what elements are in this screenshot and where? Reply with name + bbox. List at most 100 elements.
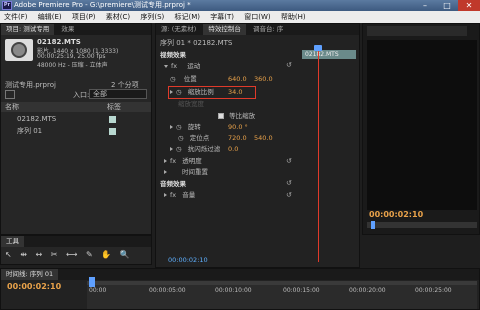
ruler-label: 00:00:05:00: [149, 287, 186, 294]
tab-effect-controls[interactable]: 特效控制台: [203, 24, 246, 35]
tab-audio-mixer[interactable]: 调音台: 序: [248, 24, 288, 35]
clip-info-duration: 00:00:25:19, 25.00 fps: [37, 53, 106, 60]
list-item[interactable]: 02182.MTS: [1, 114, 151, 125]
antiflicker-value[interactable]: 0.0: [228, 144, 238, 155]
ruler-label: 00:00:20:00: [349, 287, 386, 294]
search-icon[interactable]: [5, 90, 15, 99]
column-label[interactable]: 标签: [107, 102, 121, 112]
effect-controls-panel: 源: (无素材) 特效控制台 调音台: 序 序列 01 * 02182.MTS …: [155, 23, 360, 268]
expand-icon[interactable]: [170, 90, 173, 94]
search-scope-select[interactable]: 全部: [89, 89, 147, 99]
expand-icon[interactable]: [164, 170, 167, 174]
tool-icons[interactable]: ↖ ⇹ ↔ ✂ ⟷ ✎ ✋ 🔍: [5, 250, 133, 259]
effect-sequence-header: 序列 01 * 02182.MTS: [160, 39, 233, 47]
property-rotation: ◷ 旋转 90.0 °: [156, 122, 359, 133]
program-tabbar: [367, 26, 467, 36]
menu-window[interactable]: 窗口(W): [244, 13, 270, 21]
reset-icon[interactable]: ↺: [286, 179, 292, 187]
clip-name: 02182.MTS: [37, 38, 81, 46]
playhead-icon[interactable]: [314, 45, 322, 51]
tab-tools[interactable]: 工具: [1, 236, 24, 247]
scale-width-label: 缩放宽度: [178, 100, 204, 108]
menu-title[interactable]: 字幕(T): [210, 13, 234, 21]
label-color-swatch: [109, 128, 116, 135]
program-video-frame: [367, 40, 477, 210]
stopwatch-icon[interactable]: ◷: [176, 145, 182, 153]
close-button[interactable]: ✕: [458, 0, 480, 11]
effect-opacity[interactable]: fx 透明度 ↺: [156, 156, 359, 167]
anchor-label: 定位点: [189, 134, 210, 142]
effect-volume[interactable]: fx 音量 ↺: [156, 190, 359, 201]
ruler-label: 00:00:25:00: [415, 287, 452, 294]
timeline-playhead-icon[interactable]: [89, 277, 95, 287]
reset-icon[interactable]: ↺: [286, 190, 292, 201]
expand-icon[interactable]: [164, 193, 167, 197]
anchor-x-value[interactable]: 720.0: [228, 133, 247, 144]
timeline-tabbar: 时间线: 序列 01: [1, 269, 479, 280]
stopwatch-icon[interactable]: ◷: [178, 134, 184, 142]
tab-source[interactable]: 源: (无素材): [156, 24, 201, 35]
current-time-indicator[interactable]: [318, 50, 319, 262]
reset-icon[interactable]: ↺: [286, 156, 292, 167]
scale-value[interactable]: 34.0: [228, 87, 242, 98]
menu-file[interactable]: 文件(F): [4, 13, 28, 21]
stopwatch-icon[interactable]: ◷: [170, 75, 176, 83]
uniform-scale-row: 等比缩放: [156, 111, 359, 122]
menu-sequence[interactable]: 序列(S): [140, 13, 164, 21]
tools-panel: 工具 ↖ ⇹ ↔ ✂ ⟷ ✎ ✋ 🔍: [0, 235, 152, 265]
list-item-name: 序列 01: [17, 127, 43, 135]
tools-tabbar: 工具: [1, 236, 151, 247]
motion-label: 运动: [187, 62, 201, 70]
project-filename: 测试专用.prproj: [5, 81, 56, 89]
clip-info-audio: 48000 Hz - 压缩 - 立体声: [37, 62, 108, 69]
expand-icon[interactable]: [170, 147, 173, 151]
antiflicker-label: 抗闪烁过滤: [187, 145, 221, 153]
column-name[interactable]: 名称: [5, 103, 19, 111]
menu-bar: 文件(F) 编辑(E) 项目(P) 素材(C) 序列(S) 标记(M) 字幕(T…: [0, 11, 480, 23]
project-list-header: 名称 标签: [1, 102, 151, 112]
property-anchor: ◷ 定位点 720.0 540.0: [156, 133, 359, 144]
timeline-ruler[interactable]: 00:00 00:00:05:00 00:00:10:00 00:00:15:0…: [87, 277, 477, 309]
menu-clip[interactable]: 素材(C): [106, 13, 130, 21]
minimize-button[interactable]: –: [414, 0, 436, 11]
tab-effects[interactable]: 效果: [56, 24, 79, 35]
menu-project[interactable]: 项目(P): [72, 13, 96, 21]
audio-effects-heading: 音频效果: [160, 180, 186, 188]
effect-time-remap[interactable]: 时间重置: [156, 167, 359, 178]
uniform-scale-checkbox[interactable]: [218, 113, 224, 119]
program-scrubber[interactable]: [367, 221, 477, 229]
search-label: 入口:: [73, 91, 90, 99]
program-timecode[interactable]: 00:00:02:10: [369, 210, 423, 219]
opacity-label: 透明度: [182, 157, 202, 165]
maximize-button[interactable]: □: [436, 0, 458, 11]
anchor-y-value[interactable]: 540.0: [254, 133, 273, 144]
expand-icon[interactable]: [170, 125, 173, 129]
position-y-value[interactable]: 360.0: [254, 74, 273, 85]
tab-project[interactable]: 项目: 测试专用: [1, 24, 55, 35]
property-antiflicker: ◷ 抗闪烁过滤 0.0: [156, 144, 359, 155]
property-scale: ◷ 缩放比例 34.0: [156, 87, 359, 98]
tab-timeline[interactable]: 时间线: 序列 01: [1, 269, 59, 280]
project-panel: 项目: 测试专用 效果 02182.MTS 影片, 1440 x 1080 (1…: [0, 23, 152, 235]
list-item-name: 02182.MTS: [17, 115, 57, 123]
position-label: 位置: [183, 75, 197, 83]
menu-help[interactable]: 帮助(H): [281, 13, 306, 21]
property-scale-width: 缩放宽度: [156, 99, 359, 110]
menu-edit[interactable]: 编辑(E): [38, 13, 62, 21]
expand-icon[interactable]: [164, 159, 167, 163]
list-item[interactable]: 序列 01: [1, 126, 151, 137]
position-x-value[interactable]: 640.0: [228, 74, 247, 85]
effect-motion[interactable]: fx 运动: [156, 61, 359, 72]
menu-marker[interactable]: 标记(M): [175, 13, 201, 21]
effect-timecode[interactable]: 00:00:02:10: [168, 256, 208, 264]
stopwatch-icon[interactable]: ◷: [176, 123, 182, 131]
reset-icon[interactable]: ↺: [286, 61, 292, 69]
stopwatch-icon[interactable]: ◷: [176, 88, 182, 96]
window-title: Adobe Premiere Pro - G:\premiere\测试专用.pr…: [14, 1, 191, 9]
timeline-timecode[interactable]: 00:00:02:10: [7, 282, 61, 291]
expand-icon[interactable]: [164, 64, 168, 68]
window-title-bar: Adobe Premiere Pro - G:\premiere\测试专用.pr…: [0, 0, 480, 11]
rotation-label: 旋转: [187, 123, 201, 131]
rotation-value[interactable]: 90.0 °: [228, 122, 248, 133]
work-area-bar[interactable]: [87, 281, 477, 285]
